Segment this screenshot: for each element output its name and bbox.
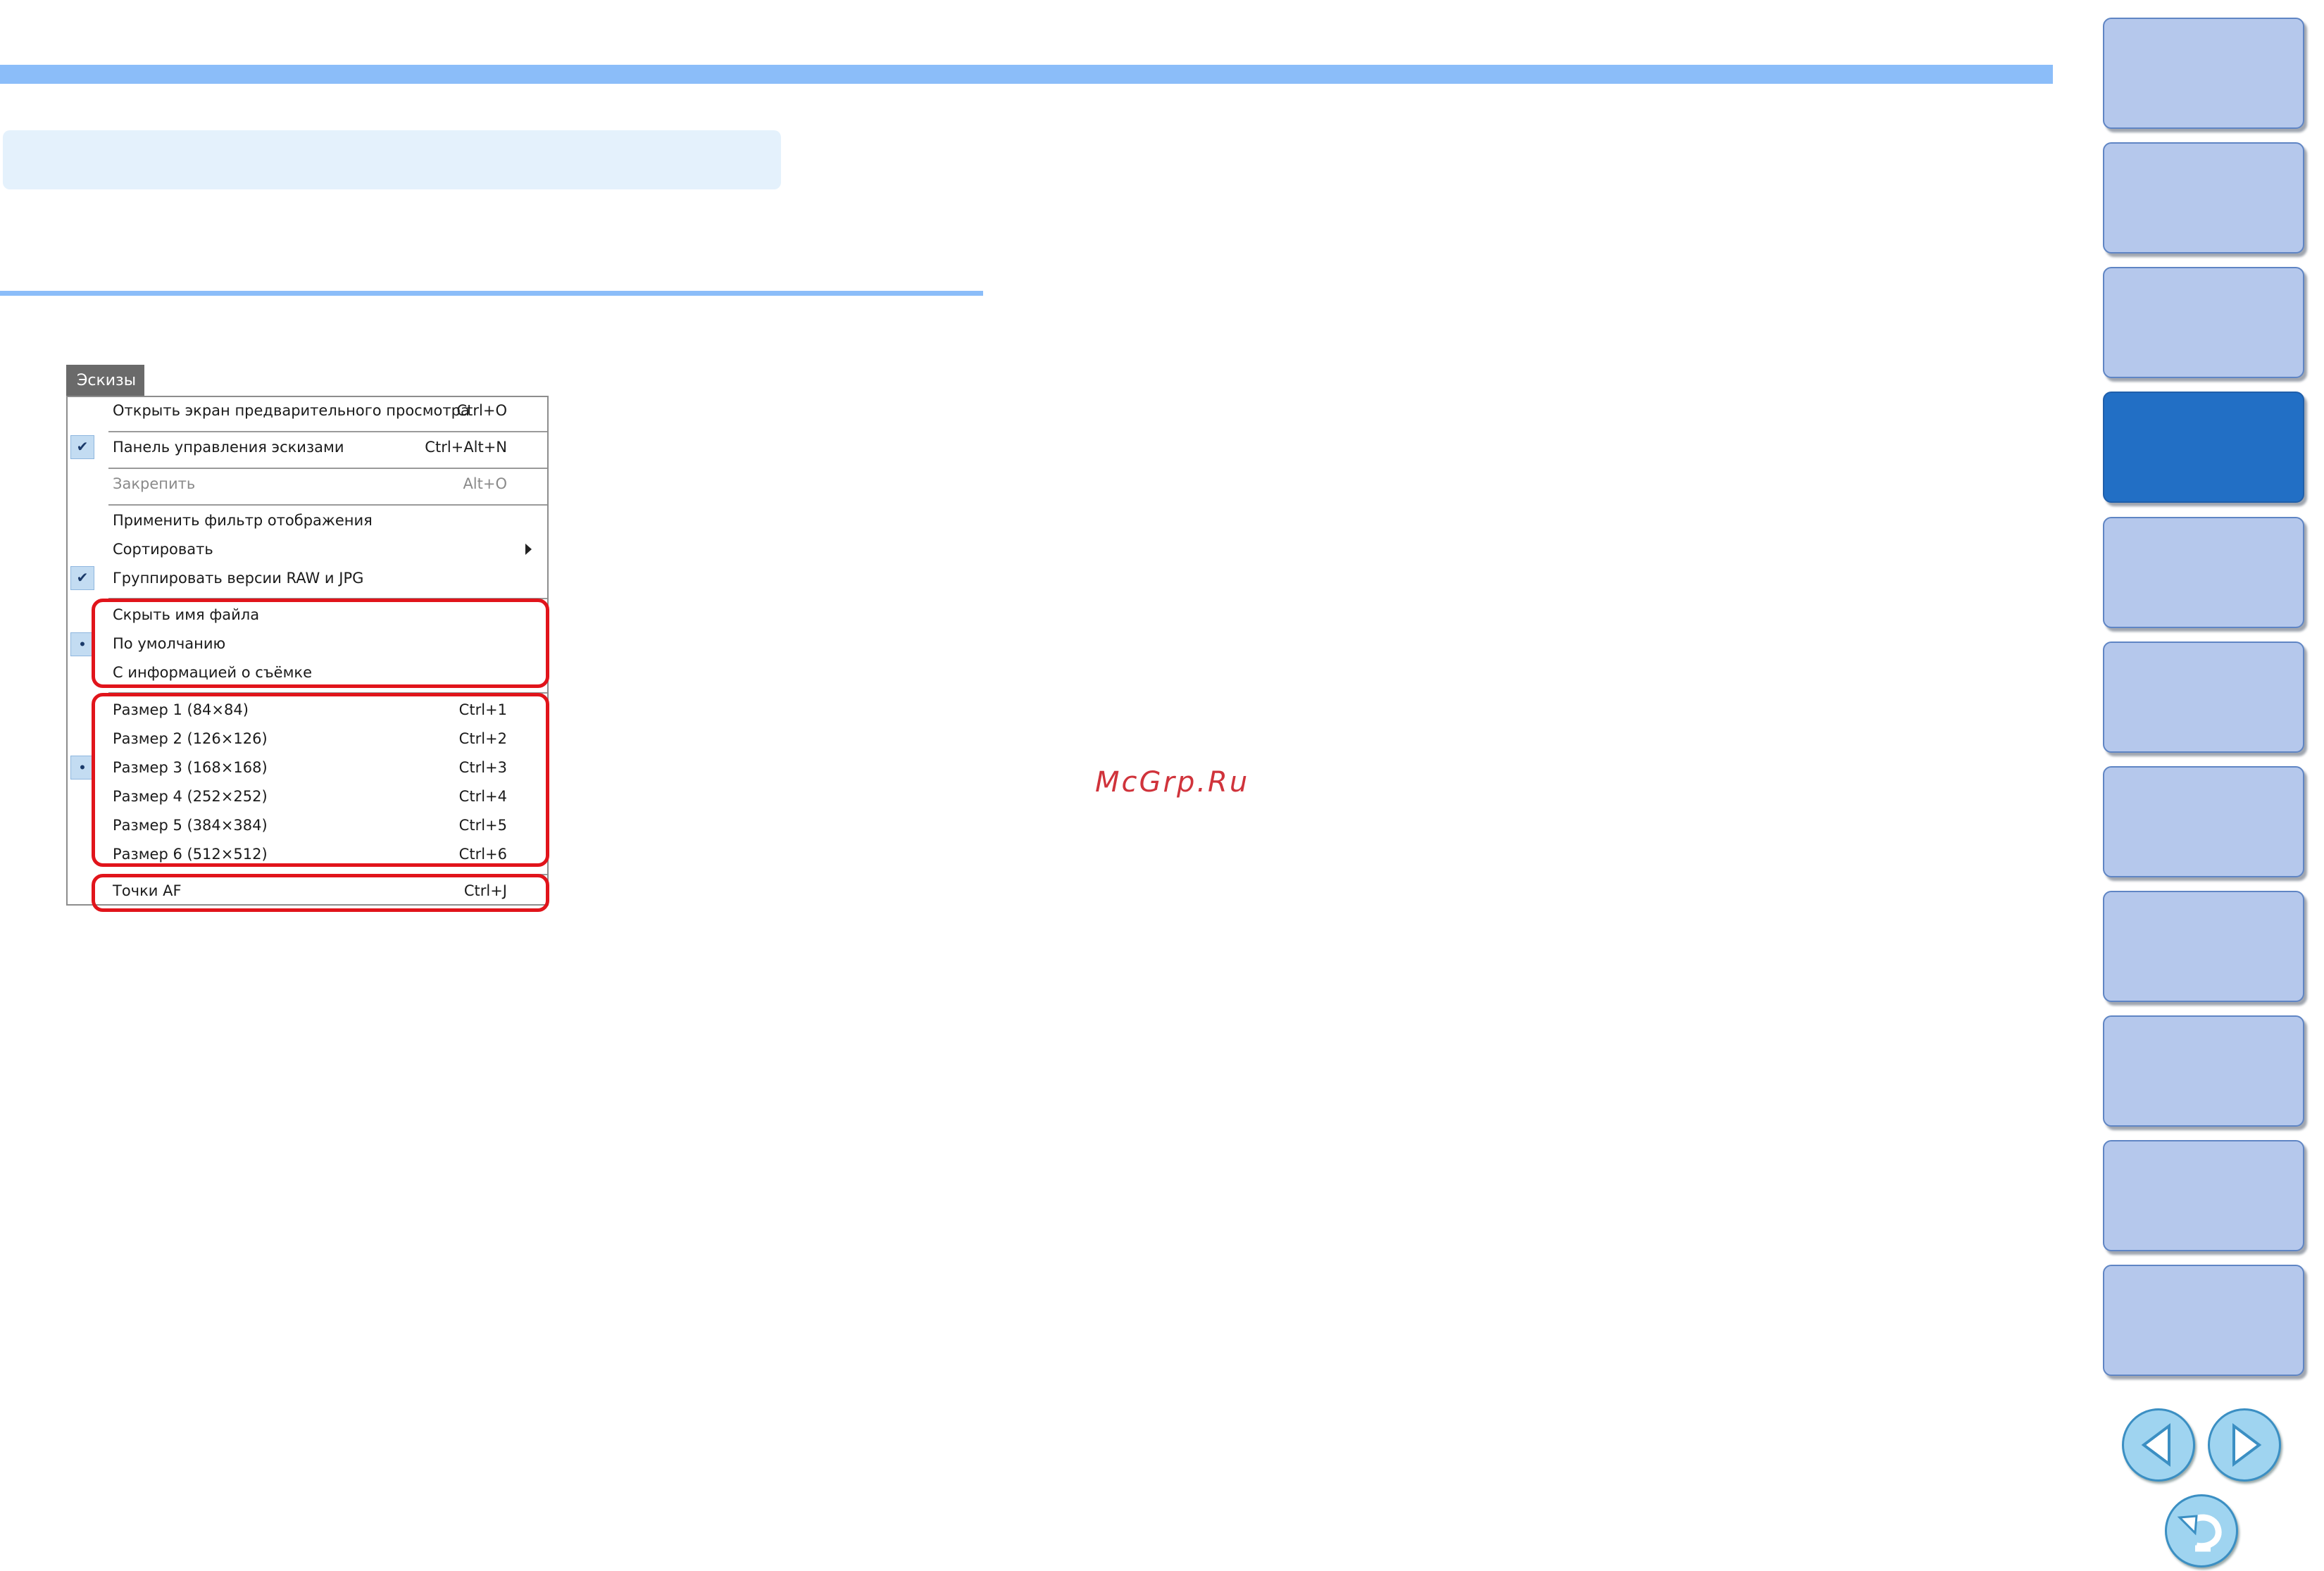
sidebar-tab-9[interactable] (2103, 1015, 2304, 1127)
highlight-frame-sizes (92, 693, 549, 867)
menu-item-apply-display-filter[interactable]: Применить фильтр отображения (113, 512, 373, 529)
radio-dot-icon: • (70, 756, 94, 780)
sidebar-tab-5[interactable] (2103, 517, 2304, 628)
sidebar-tab-6[interactable] (2103, 641, 2304, 753)
menu-item-thumbnail-control-panel[interactable]: Панель управления эскизами (113, 439, 344, 456)
sidebar-tab-4-active[interactable] (2103, 392, 2304, 503)
menu-shortcut: Ctrl+Alt+N (425, 439, 507, 456)
return-button[interactable] (2165, 1494, 2238, 1567)
menu-shortcut: Ctrl+O (456, 402, 508, 419)
arrow-right-icon (2232, 1423, 2262, 1467)
sidebar-tab-8[interactable] (2103, 891, 2304, 1002)
checkmark-icon: ✔ (70, 566, 94, 590)
section-divider (0, 291, 983, 296)
title-box (3, 130, 781, 189)
sidebar-tab-3[interactable] (2103, 267, 2304, 378)
return-arrow-icon (2177, 1514, 2222, 1552)
highlight-frame-display-options (92, 599, 549, 688)
highlight-frame-af-points (92, 874, 549, 912)
watermark: McGrp.Ru (1095, 766, 1250, 799)
sidebar-tab-7[interactable] (2103, 766, 2304, 877)
menu-item-sort[interactable]: Сортировать (113, 541, 213, 558)
previous-page-button[interactable] (2122, 1408, 2195, 1482)
submenu-arrow-icon (525, 544, 532, 555)
menu-shortcut: Alt+O (463, 475, 507, 492)
menu-separator (108, 468, 547, 469)
sidebar-tab-1[interactable] (2103, 18, 2304, 129)
menu-separator (108, 504, 547, 506)
checkmark-icon: ✔ (70, 435, 94, 459)
sidebar-tab-10[interactable] (2103, 1140, 2304, 1251)
next-page-button[interactable] (2208, 1408, 2281, 1482)
menu-tab-thumbnails[interactable]: Эскизы (66, 365, 144, 396)
menu-item-pin: Закрепить (113, 475, 196, 492)
radio-dot-icon: • (70, 632, 94, 656)
header-bar (0, 65, 2053, 84)
menu-separator (108, 431, 547, 432)
arrow-left-icon (2141, 1423, 2170, 1467)
sidebar-tab-2[interactable] (2103, 142, 2304, 254)
sidebar-tab-11[interactable] (2103, 1265, 2304, 1376)
menu-item-group-raw-jpg[interactable]: Группировать версии RAW и JPG (113, 570, 363, 587)
